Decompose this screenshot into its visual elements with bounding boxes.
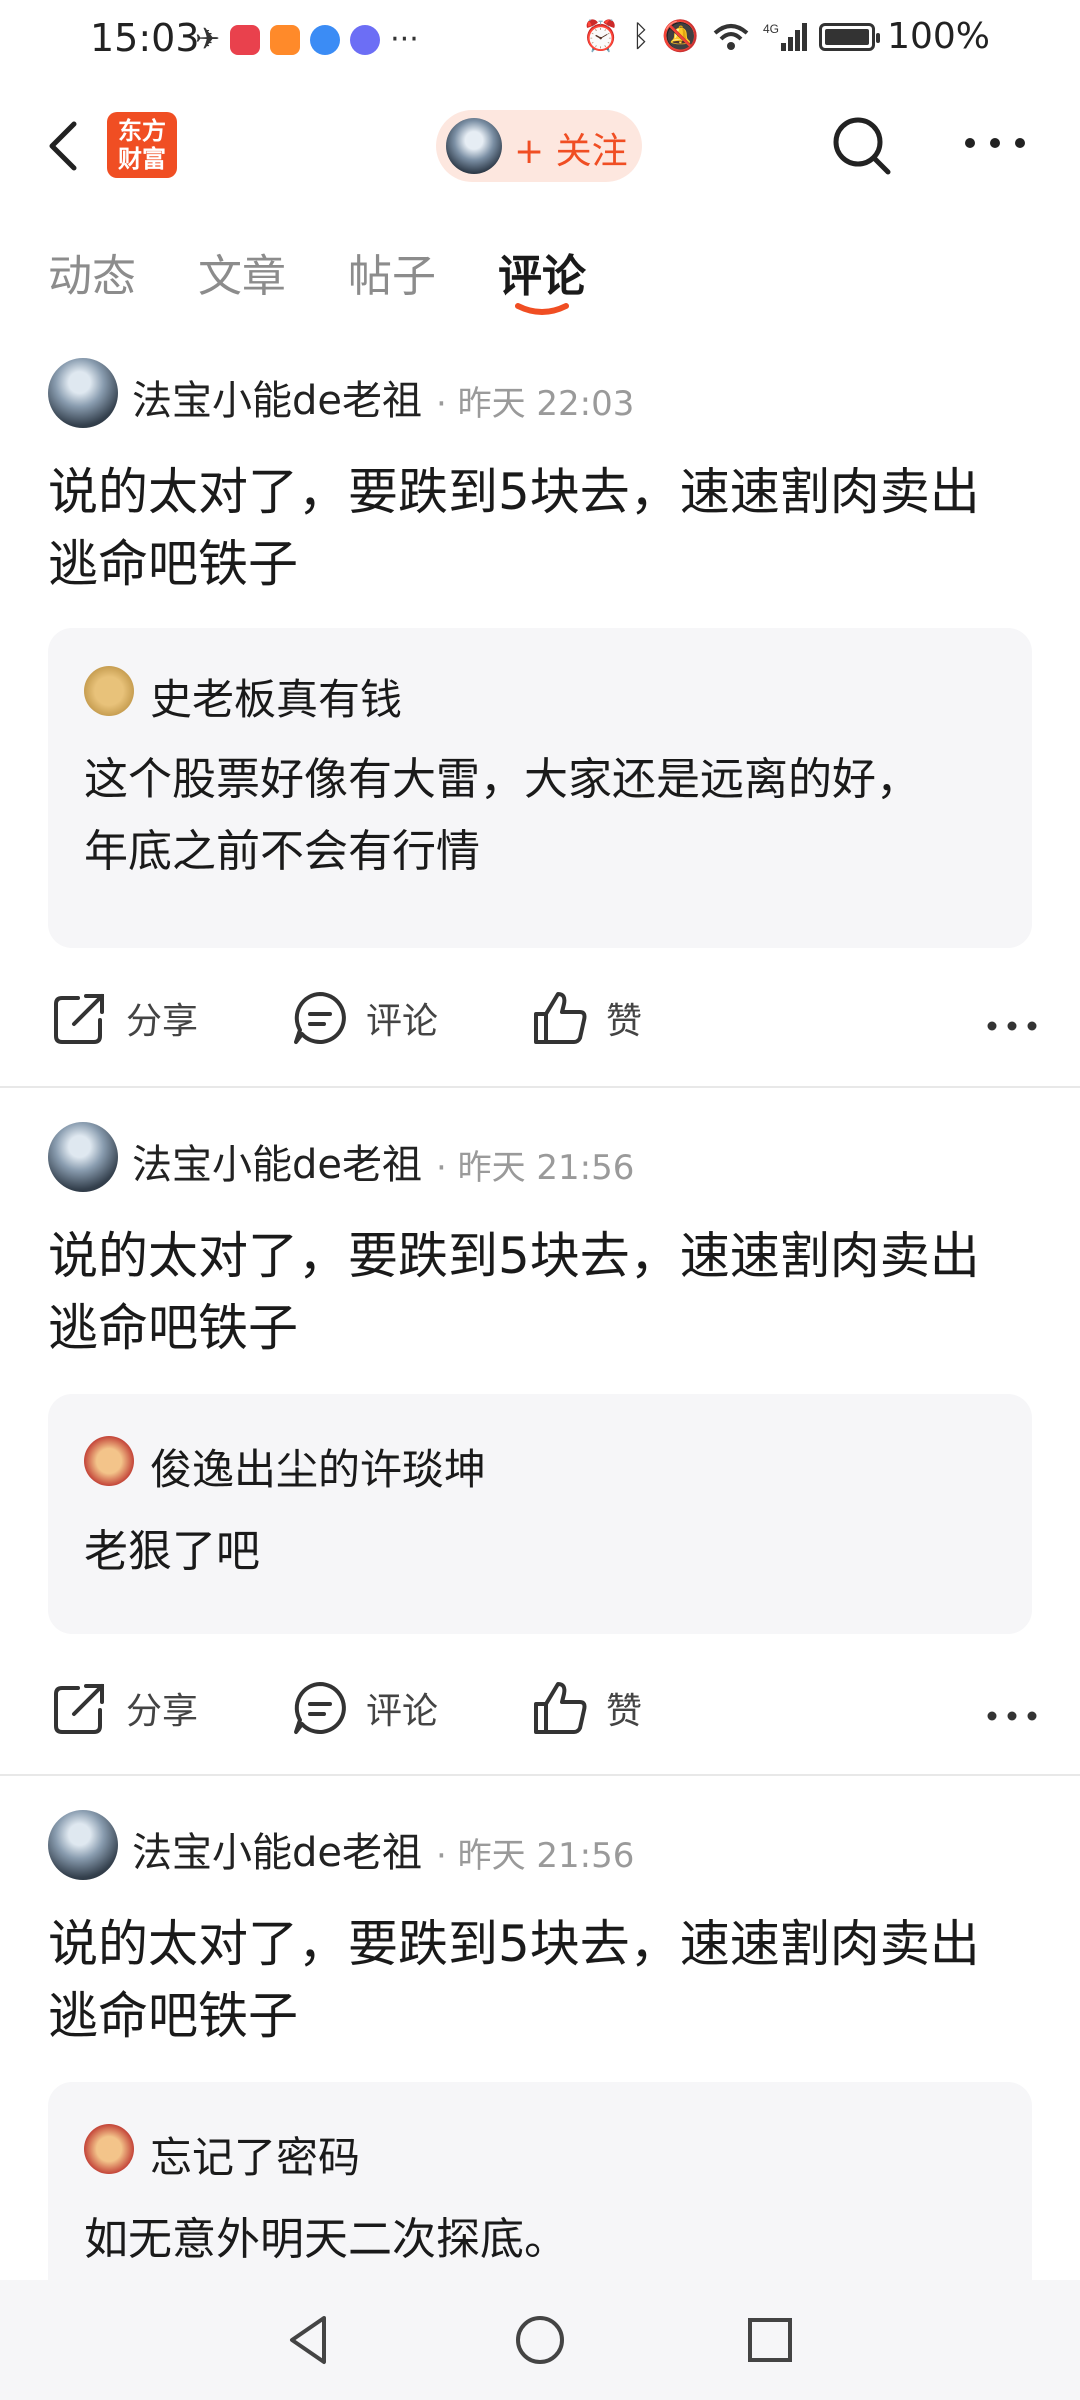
wifi-icon <box>713 23 749 50</box>
quoted-username[interactable]: 忘记了密码 <box>150 2124 360 2185</box>
comment-text-line: 说的太对了，要跌到5块去，速速割肉卖出 <box>48 463 980 521</box>
comment-button[interactable]: 评论 <box>290 988 438 1048</box>
battery-icon <box>819 22 881 51</box>
follow-button[interactable]: + 关注 <box>436 110 642 182</box>
comment-card: 法宝小能de老祖 · 昨天 21:56 说的太对了，要跌到5块去，速速割肉卖出 … <box>0 1810 1080 2322</box>
user-avatar <box>446 118 502 174</box>
logo-line2: 财富 <box>118 145 166 173</box>
comment-username[interactable]: 法宝小能de老祖 <box>132 368 422 426</box>
nav-recent-apps-icon[interactable] <box>740 2310 800 2370</box>
avatar[interactable] <box>48 1810 118 1880</box>
comment-text-line: 说的太对了，要跌到5块去，速速割肉卖出 <box>48 1915 980 1973</box>
avatar[interactable] <box>84 1436 134 1486</box>
share-button[interactable]: 分享 <box>50 988 198 1048</box>
quoted-username[interactable]: 史老板真有钱 <box>150 666 402 727</box>
comment-text-line: 逃命吧铁子 <box>48 535 298 593</box>
back-icon[interactable] <box>40 118 90 174</box>
like-label: 赞 <box>606 1691 643 1732</box>
comment-text[interactable]: 说的太对了，要跌到5块去，速速割肉卖出 逃命吧铁子 <box>48 456 1038 600</box>
avatar[interactable] <box>48 1122 118 1192</box>
status-left-icons: ✈ ··· <box>195 22 419 57</box>
share-icon <box>54 1684 104 1734</box>
comment-username[interactable]: 法宝小能de老祖 <box>132 1820 422 1878</box>
quoted-text-line: 老狠了吧 <box>84 1526 260 1577</box>
quoted-post[interactable]: 史老板真有钱 这个股票好像有大雷，大家还是远离的好， 年底之前不会有行情 <box>48 628 1032 948</box>
system-navigation-bar <box>0 2280 1080 2400</box>
nav-back-icon[interactable] <box>280 2310 340 2370</box>
like-button[interactable]: 赞 <box>530 988 642 1048</box>
comment-icon <box>294 1682 346 1734</box>
comment-time: · 昨天 21:56 <box>436 1836 635 1876</box>
nav-home-icon[interactable] <box>510 2310 570 2370</box>
comment-text[interactable]: 说的太对了，要跌到5块去，速速割肉卖出 逃命吧铁子 <box>48 1908 1038 2052</box>
status-time: 15:03 <box>90 16 200 60</box>
quoted-post[interactable]: 俊逸出尘的许琰坤 老狠了吧 <box>48 1394 1032 1634</box>
avatar[interactable] <box>48 358 118 428</box>
notification-icon: ✈ <box>195 22 221 57</box>
comment-label: 评论 <box>366 1691 439 1732</box>
quoted-text: 这个股票好像有大雷，大家还是远离的好， 年底之前不会有行情 <box>84 744 1004 888</box>
avatar[interactable] <box>84 666 134 716</box>
like-label: 赞 <box>606 1001 643 1042</box>
follow-label: + 关注 <box>514 131 628 172</box>
comment-button[interactable]: 评论 <box>290 1678 438 1738</box>
comment-actions: 分享 评论 赞 <box>0 1678 1080 1758</box>
more-options-icon[interactable] <box>984 1706 1040 1726</box>
like-button[interactable]: 赞 <box>530 1678 642 1738</box>
divider <box>0 1086 1080 1088</box>
tab-articles[interactable]: 文章 <box>198 240 286 304</box>
signal-icon: 4G <box>763 22 808 51</box>
tab-dynamics[interactable]: 动态 <box>48 240 136 304</box>
mute-icon: 🔕 <box>661 19 700 54</box>
battery-fill <box>825 28 870 45</box>
thumbs-up-icon <box>534 1682 587 1734</box>
tab-comments[interactable]: 评论 <box>498 240 586 304</box>
comment-card: 法宝小能de老祖 · 昨天 22:03 说的太对了，要跌到5块去，速速割肉卖出 … <box>0 358 1080 1078</box>
search-icon[interactable] <box>828 112 896 180</box>
more-options-icon[interactable] <box>984 1016 1040 1036</box>
app-blue-icon <box>310 24 341 55</box>
status-bar: 15:03 ✈ ··· ⏰ ᛒ 🔕 4G 100% <box>0 0 1080 80</box>
comment-icon <box>294 992 346 1044</box>
app-orange-icon <box>270 24 301 55</box>
comment-card: 法宝小能de老祖 · 昨天 21:56 说的太对了，要跌到5块去，速速割肉卖出 … <box>0 1122 1080 1762</box>
thumbs-up-icon <box>534 992 587 1044</box>
quoted-text-line: 年底之前不会有行情 <box>84 826 480 877</box>
app-red-icon <box>230 24 261 55</box>
more-icon[interactable] <box>960 128 1030 158</box>
quoted-text: 老狠了吧 <box>84 1516 1004 1588</box>
comment-time: · 昨天 21:56 <box>436 1148 635 1188</box>
comment-label: 评论 <box>366 1001 439 1042</box>
tab-active-indicator <box>515 303 569 315</box>
svg-text:4G: 4G <box>763 22 779 36</box>
share-button[interactable]: 分享 <box>50 1678 198 1738</box>
share-label: 分享 <box>126 1001 199 1042</box>
profile-tabs: 动态 文章 帖子 评论 <box>0 240 1080 330</box>
status-right-icons: ⏰ ᛒ 🔕 4G 100% <box>582 16 990 57</box>
app-logo[interactable]: 东方 财富 <box>107 112 177 178</box>
quoted-text-line: 如无意外明天二次探底。 <box>84 2214 568 2265</box>
divider <box>0 1774 1080 1776</box>
logo-line1: 东方 <box>118 117 166 145</box>
tab-posts[interactable]: 帖子 <box>348 240 436 304</box>
comment-text-line: 逃命吧铁子 <box>48 1987 298 2045</box>
quoted-username[interactable]: 俊逸出尘的许琰坤 <box>150 1436 486 1497</box>
share-label: 分享 <box>126 1691 199 1732</box>
comment-actions: 分享 评论 赞 <box>0 988 1080 1068</box>
bluetooth-icon: ᛒ <box>631 19 650 54</box>
share-icon <box>54 994 104 1044</box>
comment-text-line: 逃命吧铁子 <box>48 1299 298 1357</box>
comment-text-line: 说的太对了，要跌到5块去，速速割肉卖出 <box>48 1227 980 1285</box>
comment-username[interactable]: 法宝小能de老祖 <box>132 1132 422 1190</box>
battery-percentage: 100% <box>887 16 990 57</box>
more-dots-icon: ··· <box>390 22 419 57</box>
comment-time: · 昨天 22:03 <box>436 384 635 424</box>
alarm-icon: ⏰ <box>582 19 620 54</box>
comment-text[interactable]: 说的太对了，要跌到5块去，速速割肉卖出 逃命吧铁子 <box>48 1220 1038 1364</box>
avatar[interactable] <box>84 2124 134 2174</box>
quoted-text-line: 这个股票好像有大雷，大家还是远离的好， <box>84 754 920 805</box>
top-nav-bar: 东方 财富 + 关注 <box>0 100 1080 190</box>
app-music-icon <box>350 24 381 55</box>
quoted-text: 如无意外明天二次探底。 <box>84 2204 1004 2276</box>
